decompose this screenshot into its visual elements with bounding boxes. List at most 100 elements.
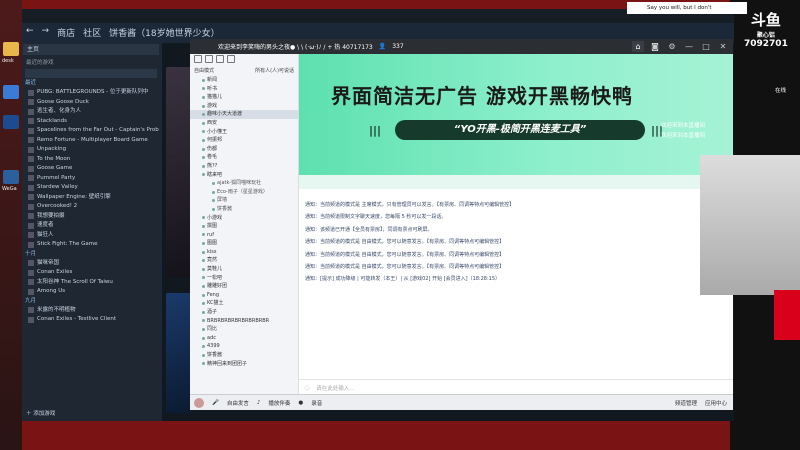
record-icon[interactable]: ● xyxy=(298,400,303,406)
library-home[interactable]: 主页 xyxy=(23,44,159,55)
app-icon[interactable] xyxy=(3,115,19,129)
channel-item[interactable]: 小游戏 xyxy=(190,214,298,223)
channel-item[interactable]: kiss xyxy=(190,248,298,257)
library-game-item[interactable]: 米露的不明植物 xyxy=(22,306,160,316)
app-icon[interactable] xyxy=(3,85,19,99)
library-category[interactable]: 最近 xyxy=(22,79,160,88)
ad-banner[interactable]: 界面简洁无广告 游戏开黑畅快鸭 ||| “YO开黑-极简开黑连麦工具” ||| xyxy=(299,54,733,175)
library-game-item[interactable]: 我想要拍摄 xyxy=(22,212,160,222)
channel-item[interactable]: 一松吧 xyxy=(190,274,298,283)
mode-option[interactable]: 所有人(人)可说话 xyxy=(255,66,294,76)
channel-item[interactable]: 撰图 xyxy=(190,222,298,231)
channel-item[interactable]: BRBRBRBRBRBRBRBRBR xyxy=(190,317,298,326)
library-game-item[interactable]: Pummel Party xyxy=(22,174,160,184)
library-filter-label[interactable]: 最近的游戏 xyxy=(22,56,160,68)
list-icon[interactable] xyxy=(216,55,224,63)
library-game-item[interactable]: Conan Exiles xyxy=(22,268,160,278)
home-icon[interactable]: ⌂ xyxy=(632,41,644,52)
channel-user-item[interactable]: 屏墙 xyxy=(190,196,298,205)
channel-item[interactable]: 瞎来吧 xyxy=(190,171,298,180)
channel-item[interactable]: 卷毛 xyxy=(190,153,298,162)
library-game-item[interactable]: PUBG: BATTLEGROUNDS - 位于更新队列中 xyxy=(22,88,160,98)
folder-icon[interactable] xyxy=(3,42,19,56)
library-game-item[interactable]: 速度者 xyxy=(22,221,160,231)
channel-item[interactable]: 猫猫儿 xyxy=(190,93,298,102)
library-game-item[interactable]: Stardew Valley xyxy=(22,183,160,193)
channel-item[interactable]: 酒子 xyxy=(190,308,298,317)
channel-user-item[interactable]: 饼香酱 xyxy=(190,205,298,214)
speak-mode[interactable]: 自由发言 xyxy=(227,399,249,407)
library-game-item[interactable]: Wallpaper Engine: 壁纸引擎 xyxy=(22,193,160,203)
channel-item[interactable]: 雕雕好团 xyxy=(190,282,298,291)
channel-item[interactable]: 小小懂王 xyxy=(190,128,298,137)
channel-user-item[interactable]: ajatk-狐同喵咪玩社 xyxy=(190,179,298,188)
channel-item[interactable]: 竟然 xyxy=(190,256,298,265)
channel-manage[interactable]: 频道管理 xyxy=(675,399,697,407)
channel-item[interactable]: 何振邦 xyxy=(190,136,298,145)
maximize-icon[interactable]: □ xyxy=(700,41,712,52)
library-game-item[interactable]: Remo Fortune - Multiplayer Board Game xyxy=(22,136,160,146)
minimize-icon[interactable]: — xyxy=(683,41,695,52)
library-game-item[interactable]: Goose Goose Duck xyxy=(22,98,160,108)
library-game-item[interactable]: Spacelines from the Far Out - Captain's … xyxy=(22,126,160,136)
library-category[interactable]: 十月 xyxy=(22,250,160,259)
library-game-item[interactable]: 猫狂人 xyxy=(22,231,160,241)
channel-item[interactable]: 游戏 xyxy=(190,102,298,111)
library-game-item[interactable]: Unpacking xyxy=(22,145,160,155)
gamepad-icon[interactable]: ◙ xyxy=(649,41,661,52)
library-game-item[interactable]: Among Us xyxy=(22,287,160,297)
library-game-item[interactable]: Overcooked! 2 xyxy=(22,202,160,212)
library-category[interactable]: 九月 xyxy=(22,297,160,306)
record-button[interactable]: 录音 xyxy=(311,399,322,407)
app-icon[interactable] xyxy=(3,170,19,184)
channel-item[interactable]: 西安 xyxy=(190,119,298,128)
channel-item[interactable]: Feng xyxy=(190,291,298,300)
channel-name: 同比 xyxy=(207,326,218,333)
grid-icon[interactable] xyxy=(227,55,235,63)
nav-store[interactable]: 商店 xyxy=(57,26,75,39)
library-game-item[interactable]: To the Moon xyxy=(22,155,160,165)
close-icon[interactable]: ✕ xyxy=(717,41,729,52)
forward-icon[interactable]: → xyxy=(42,26,50,39)
channel-icon xyxy=(202,345,205,349)
library-game-item[interactable]: 猫咪帝国 xyxy=(22,259,160,269)
avatar[interactable] xyxy=(194,397,204,408)
channel-user-item[interactable]: Eco-雨子（星星游戏） xyxy=(190,188,298,197)
library-game-item[interactable]: Goose Game xyxy=(22,164,160,174)
music-icon[interactable]: ♪ xyxy=(257,400,261,406)
nav-community[interactable]: 社区 xyxy=(83,26,101,39)
channel-item[interactable]: 趣味小天大道渡 xyxy=(190,110,298,119)
channel-item[interactable]: KC猫土 xyxy=(190,299,298,308)
back-icon[interactable]: ← xyxy=(26,26,34,39)
channel-item[interactable]: 精神回来到团团子 xyxy=(190,360,298,369)
channel-item[interactable]: 听书 xyxy=(190,85,298,94)
person-icon[interactable] xyxy=(194,55,202,63)
library-search-input[interactable] xyxy=(25,69,157,78)
library-game-item[interactable]: 太阳谷神 The Scroll Of Taiwu xyxy=(22,278,160,288)
app-center[interactable]: 应用中心 xyxy=(705,399,727,407)
mic-icon[interactable]: 🎤 xyxy=(212,400,219,406)
channel-item[interactable]: 4399 xyxy=(190,342,298,351)
channel-item[interactable]: 莫鞋儿 xyxy=(190,265,298,274)
search-icon[interactable] xyxy=(205,55,213,63)
nav-profile[interactable]: 饼香酱（18岁她世界少女） xyxy=(109,26,219,39)
message-input[interactable]: 请在此处输入... xyxy=(316,384,354,392)
library-game-item[interactable]: 逃生者、化身为人 xyxy=(22,107,160,117)
channel-item[interactable]: 伤都 xyxy=(190,145,298,154)
channel-icon xyxy=(202,242,205,246)
channel-item[interactable]: 饼香酱 xyxy=(190,351,298,360)
channel-item[interactable]: 新闻 xyxy=(190,76,298,85)
settings-icon[interactable]: ⚙ xyxy=(666,41,678,52)
channel-item[interactable]: 同比 xyxy=(190,325,298,334)
emoji-icon[interactable]: ☺ xyxy=(304,385,310,392)
channel-item[interactable]: 图图 xyxy=(190,239,298,248)
library-game-item[interactable]: Stacklands xyxy=(22,117,160,127)
game-icon xyxy=(28,260,34,267)
play-accompaniment[interactable]: 播放伴奏 xyxy=(268,399,290,407)
channel-item[interactable]: ruf xyxy=(190,231,298,240)
channel-item[interactable]: 熊?? xyxy=(190,162,298,171)
library-game-item[interactable]: Conan Exiles - Testlive Client xyxy=(22,315,160,325)
library-game-item[interactable]: Stick Fight: The Game xyxy=(22,240,160,250)
channel-item[interactable]: adc xyxy=(190,334,298,343)
add-game-button[interactable]: ＋ 添加游戏 xyxy=(26,409,55,417)
